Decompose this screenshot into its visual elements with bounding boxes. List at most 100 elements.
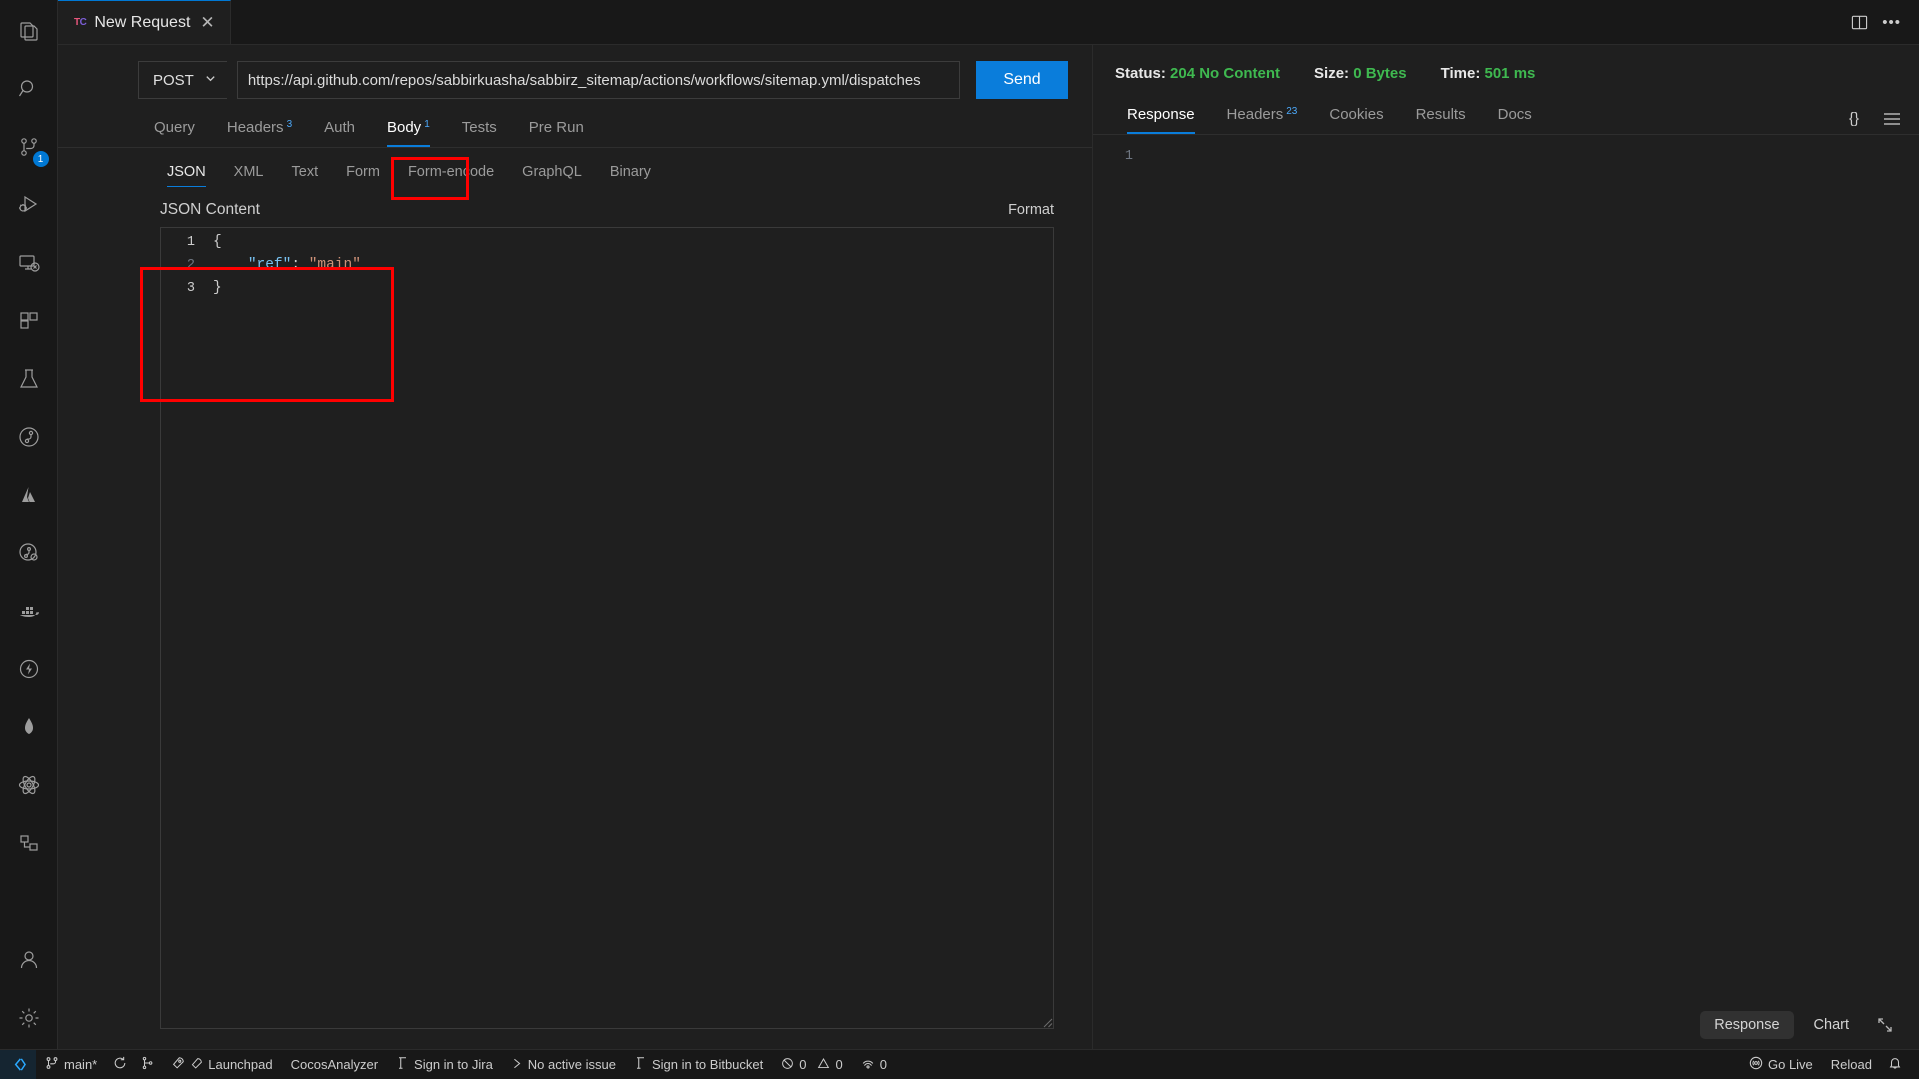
line-number: 3 — [186, 281, 195, 296]
extensions-icon — [17, 309, 41, 338]
rocket-icon — [171, 1056, 185, 1073]
time-label: Time: — [1440, 65, 1481, 82]
request-tab-headers-label: Headers — [226, 119, 284, 136]
braces-icon[interactable]: {} — [1849, 110, 1859, 127]
status-remote-window[interactable] — [0, 1049, 36, 1079]
json-body-editor[interactable]: 1 { 2 "ref": "main" 3 } — [160, 227, 1054, 1029]
gear-icon — [17, 1006, 41, 1035]
activity-item-extensions[interactable] — [0, 294, 58, 352]
request-tab-tests[interactable]: Tests — [446, 111, 513, 147]
activity-item-run-and-debug[interactable] — [0, 178, 58, 236]
more-actions-icon[interactable]: ••• — [1882, 14, 1901, 31]
status-notifications[interactable] — [1881, 1050, 1909, 1079]
body-type-graphql[interactable]: GraphQL — [508, 158, 596, 189]
body-type-xml[interactable]: XML — [220, 158, 278, 189]
activity-item-gitlens-inspect[interactable] — [0, 526, 58, 584]
response-tab-headers[interactable]: Headers 23 — [1211, 98, 1314, 134]
response-tab-headers-label: Headers — [1226, 106, 1284, 123]
activity-item-gitlens[interactable] — [0, 410, 58, 468]
status-cocos-analyzer[interactable]: CocosAnalyzer — [282, 1050, 387, 1079]
menu-icon[interactable] — [1883, 110, 1901, 127]
body-type-form[interactable]: Form — [332, 158, 394, 189]
error-icon — [781, 1057, 794, 1073]
request-tab-query[interactable]: Query — [138, 111, 211, 147]
method-select[interactable]: POST — [138, 61, 227, 99]
response-tab-cookies[interactable]: Cookies — [1313, 98, 1399, 134]
activity-item-database-client[interactable] — [0, 816, 58, 874]
activity-item-react[interactable] — [0, 758, 58, 816]
body-type-json[interactable]: JSON — [153, 158, 220, 189]
code-line: 2 "ref": "main" — [161, 257, 1053, 280]
activity-item-thunder-client[interactable] — [0, 642, 58, 700]
code-line: 3 } — [161, 280, 1053, 303]
request-tab-auth[interactable]: Auth — [308, 111, 371, 147]
request-tab-pre-run[interactable]: Pre Run — [513, 111, 600, 147]
response-tab-response[interactable]: Response — [1111, 98, 1211, 134]
response-tab-docs[interactable]: Docs — [1482, 98, 1548, 134]
status-reload[interactable]: Reload — [1822, 1050, 1881, 1079]
json-token: } — [213, 280, 222, 296]
status-branch-label: main* — [64, 1057, 98, 1072]
status-sync-changes[interactable] — [106, 1050, 134, 1079]
response-body-editor[interactable]: 1 — [1093, 135, 1919, 1049]
activity-item-accounts[interactable] — [0, 933, 58, 991]
send-button[interactable]: Send — [976, 61, 1068, 99]
status-git-graph[interactable] — [134, 1050, 162, 1079]
time-value: 501 ms — [1484, 65, 1536, 82]
response-tab-cookies-label: Cookies — [1329, 106, 1384, 123]
expand-icon[interactable] — [1869, 1013, 1901, 1037]
docker-icon — [17, 599, 41, 628]
tab-bar-spacer — [230, 0, 1852, 44]
activity-item-remote-explorer[interactable] — [0, 236, 58, 294]
format-button[interactable]: Format — [1008, 202, 1054, 218]
account-icon — [17, 948, 41, 977]
status-go-live[interactable]: Go Live — [1740, 1050, 1822, 1079]
url-input[interactable] — [236, 61, 960, 99]
code-line: 1 — [1093, 149, 1919, 169]
response-tab-docs-label: Docs — [1497, 106, 1532, 123]
split-editor-icon[interactable] — [1851, 14, 1868, 31]
status-no-active-issue-label: No active issue — [527, 1057, 616, 1072]
status-sign-in-bitbucket[interactable]: Sign in to Bitbucket — [625, 1050, 772, 1079]
body-type-text[interactable]: Text — [278, 158, 333, 189]
status-no-active-issue[interactable]: No active issue — [502, 1050, 625, 1079]
activity-item-mongodb[interactable] — [0, 700, 58, 758]
close-icon[interactable]: ✕ — [198, 14, 216, 31]
chart-view-button[interactable]: Chart — [1800, 1011, 1863, 1039]
activity-item-explorer[interactable] — [0, 4, 58, 62]
refresh-icon — [113, 1056, 127, 1073]
react-atom-icon — [17, 773, 41, 802]
status-value: 204 No Content — [1170, 65, 1281, 82]
body-type-binary[interactable]: Binary — [596, 158, 665, 189]
jira-icon — [396, 1056, 409, 1073]
activity-item-search[interactable] — [0, 62, 58, 120]
editor-tab-new-request[interactable]: TC New Request ✕ — [58, 0, 231, 44]
method-value: POST — [153, 71, 194, 89]
request-pane: POST Send Query Headers 3 — [58, 45, 1093, 1049]
status-sign-in-jira[interactable]: Sign in to Jira — [387, 1050, 502, 1079]
status-reload-label: Reload — [1830, 1057, 1872, 1072]
activity-item-testing[interactable] — [0, 352, 58, 410]
status-bar-right: Go Live Reload — [1740, 1050, 1919, 1079]
response-view-button[interactable]: Response — [1700, 1011, 1794, 1039]
json-content-header: JSON Content Format — [58, 189, 1092, 227]
status-launchpad[interactable]: Launchpad — [162, 1050, 281, 1079]
bell-icon — [1888, 1056, 1902, 1073]
response-tab-results[interactable]: Results — [1400, 98, 1482, 134]
activity-item-manage[interactable] — [0, 991, 58, 1049]
body-type-form-encode[interactable]: Form-encode — [394, 158, 508, 189]
editor-resize-grip[interactable] — [1039, 1014, 1053, 1028]
activity-item-atlassian[interactable] — [0, 468, 58, 526]
status-problems[interactable]: 0 0 — [772, 1050, 851, 1079]
request-tab-body[interactable]: Body 1 — [371, 111, 446, 147]
atlassian-icon — [17, 483, 41, 512]
beaker-icon — [17, 367, 41, 396]
request-tab-headers[interactable]: Headers 3 — [211, 111, 308, 147]
status-error-count: 0 — [799, 1057, 807, 1072]
status-branch[interactable]: main* — [36, 1050, 106, 1079]
warning-icon — [817, 1057, 830, 1073]
activity-item-docker[interactable] — [0, 584, 58, 642]
activity-item-source-control[interactable]: 1 — [0, 120, 58, 178]
status-ports[interactable]: 0 — [852, 1050, 896, 1079]
